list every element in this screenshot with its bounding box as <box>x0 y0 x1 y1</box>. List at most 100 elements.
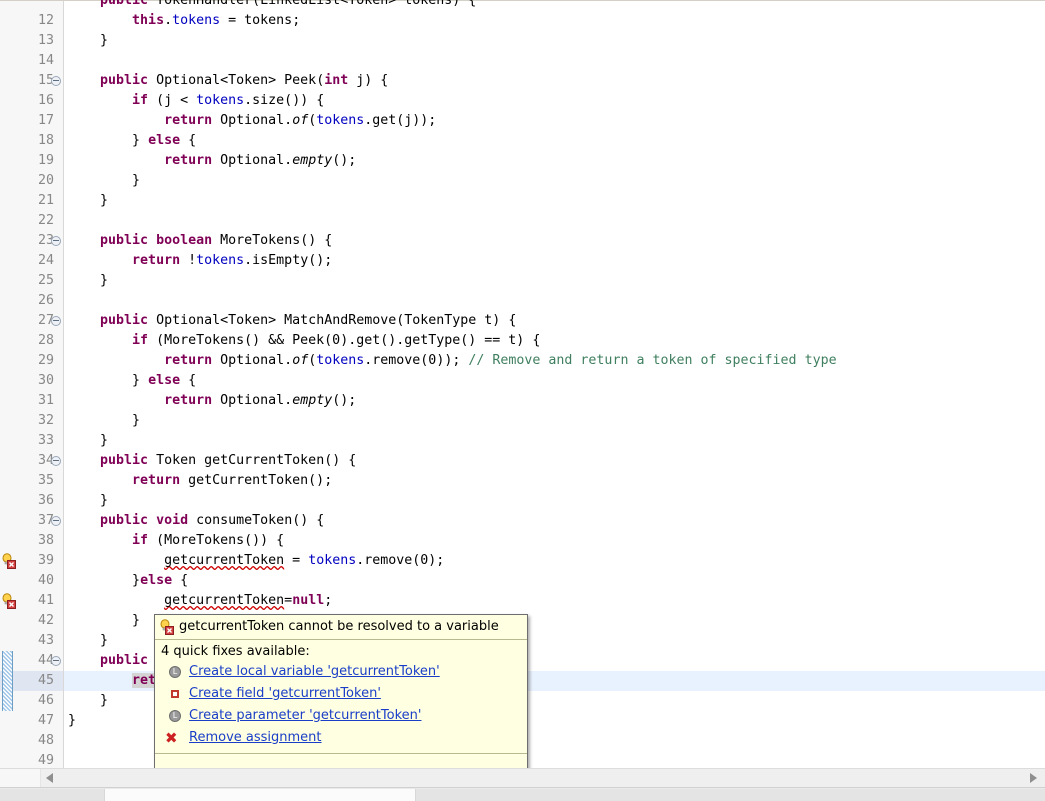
code-line[interactable]: } <box>66 31 108 51</box>
quick-fix-item[interactable]: ✖ Remove assignment <box>155 727 527 749</box>
code-line[interactable]: public T <box>66 651 164 671</box>
code-line[interactable]: } <box>66 191 108 211</box>
line-number: 20 <box>37 173 54 188</box>
field-icon <box>169 688 182 701</box>
quick-fix-available-count: 4 quick fixes available: <box>161 644 310 659</box>
quick-fix-item[interactable]: L Create parameter 'getcurrentToken' <box>155 705 527 727</box>
line-number: 24 <box>37 253 54 268</box>
line-number: 44 <box>37 653 54 668</box>
code-line[interactable]: } <box>66 271 108 291</box>
quick-fix-link[interactable]: Create local variable 'getcurrentToken' <box>189 664 440 679</box>
code-line[interactable]: } else { <box>66 131 196 151</box>
lightbulb-error-icon <box>159 619 175 635</box>
line-number: 19 <box>37 153 54 168</box>
line-number: 16 <box>37 93 54 108</box>
fold-collapse-icon[interactable] <box>51 76 61 86</box>
code-line[interactable]: return Optional.empty(); <box>66 391 356 411</box>
bottom-panel-right <box>416 789 1045 801</box>
horizontal-scrollbar[interactable] <box>0 768 1045 787</box>
fold-collapse-icon[interactable] <box>51 456 61 466</box>
fold-collapse-icon[interactable] <box>51 236 61 246</box>
code-line[interactable]: public Token getCurrentToken() { <box>66 451 356 471</box>
bottom-panel-active-tab[interactable] <box>104 789 416 801</box>
line-number: 28 <box>37 333 54 348</box>
code-line[interactable]: if (MoreTokens()) { <box>66 531 284 551</box>
code-line[interactable]: } <box>66 431 108 451</box>
code-line[interactable]: } <box>66 631 108 651</box>
line-number: 33 <box>37 433 54 448</box>
line-number: 15 <box>37 73 54 88</box>
code-line[interactable]: this.tokens = tokens; <box>66 11 300 31</box>
fold-collapse-icon[interactable] <box>51 656 61 666</box>
quick-fix-item[interactable]: Create field 'getcurrentToken' <box>155 683 527 705</box>
line-number: 46 <box>37 693 54 708</box>
line-number: 42 <box>37 613 54 628</box>
line-number: 30 <box>37 373 54 388</box>
code-line[interactable]: public boolean MoreTokens() { <box>66 231 332 251</box>
line-number: 38 <box>37 533 54 548</box>
quick-fix-popup[interactable]: getcurrentToken cannot be resolved to a … <box>154 614 528 781</box>
line-number: 29 <box>37 353 54 368</box>
remove-icon: ✖ <box>165 729 178 747</box>
code-line[interactable] <box>66 731 68 751</box>
change-bar <box>2 651 13 671</box>
quick-fix-header: getcurrentToken cannot be resolved to a … <box>155 615 527 640</box>
line-number: 32 <box>37 413 54 428</box>
scroll-right-arrow[interactable] <box>1030 773 1037 783</box>
fold-collapse-icon[interactable] <box>51 316 61 326</box>
line-number: 45 <box>37 673 54 688</box>
line-number: 23 <box>37 233 54 248</box>
code-line[interactable]: if (MoreTokens() && Peek(0).get().getTyp… <box>66 331 540 351</box>
code-line[interactable] <box>66 291 68 311</box>
code-line[interactable]: retu <box>66 671 165 691</box>
line-number: 27 <box>37 313 54 328</box>
line-number: 31 <box>37 393 54 408</box>
quick-fix-link[interactable]: Create field 'getcurrentToken' <box>189 686 381 701</box>
line-number: 41 <box>37 593 54 608</box>
code-line[interactable]: return !tokens.isEmpty(); <box>66 251 332 271</box>
fold-collapse-icon[interactable] <box>51 516 61 526</box>
parameter-icon: L <box>169 710 182 723</box>
code-line[interactable]: } else { <box>66 371 196 391</box>
line-number: 13 <box>37 33 54 48</box>
code-line[interactable]: }else { <box>66 571 188 591</box>
scroll-left-arrow[interactable] <box>46 773 53 783</box>
code-line[interactable]: public Optional<Token> MatchAndRemove(To… <box>66 311 516 331</box>
code-line[interactable]: if (j < tokens.size()) { <box>66 91 324 111</box>
code-line[interactable]: } <box>66 711 76 731</box>
bottom-panel-strip[interactable] <box>0 787 1045 801</box>
code-line[interactable]: public Optional<Token> Peek(int j) { <box>66 71 388 91</box>
error-quickfix-marker-icon[interactable] <box>1 593 17 609</box>
code-line[interactable]: } <box>66 611 140 631</box>
error-quickfix-marker-icon[interactable] <box>1 553 17 569</box>
line-number: 36 <box>37 493 54 508</box>
code-line[interactable]: getcurrentToken = tokens.remove(0); <box>66 551 444 571</box>
line-number: 47 <box>37 713 54 728</box>
code-line[interactable]: return Optional.of(tokens.get(j)); <box>66 111 436 131</box>
line-number: 14 <box>37 53 54 68</box>
code-line[interactable]: } <box>66 691 108 711</box>
code-line[interactable]: } <box>66 411 140 431</box>
code-line[interactable]: return Optional.of(tokens.remove(0)); //… <box>66 351 837 371</box>
code-line-partial: public TokenHandler(LinkedList<Token> to… <box>68 0 477 8</box>
code-line[interactable]: return Optional.empty(); <box>66 151 356 171</box>
quick-fix-item[interactable]: L Create local variable 'getcurrentToken' <box>155 661 527 683</box>
bottom-panel-left <box>0 789 104 801</box>
code-line[interactable]: getcurrentToken=null; <box>66 591 332 611</box>
code-line[interactable] <box>66 211 68 231</box>
code-line[interactable]: public void consumeToken() { <box>66 511 324 531</box>
code-line[interactable]: return getCurrentToken(); <box>66 471 332 491</box>
line-number: 22 <box>37 213 54 228</box>
quick-fix-title: getcurrentToken cannot be resolved to a … <box>179 619 499 634</box>
local-variable-icon: L <box>169 666 182 679</box>
code-line[interactable]: } <box>66 491 108 511</box>
quick-fix-list: L Create local variable 'getcurrentToken'… <box>155 661 527 749</box>
line-number: 40 <box>37 573 54 588</box>
quick-fix-link[interactable]: Remove assignment <box>189 730 322 745</box>
code-line[interactable] <box>66 51 68 71</box>
quick-fix-link[interactable]: Create parameter 'getcurrentToken' <box>189 708 421 723</box>
change-bar <box>2 691 13 711</box>
code-line[interactable]: } <box>66 171 140 191</box>
line-number: 25 <box>37 273 54 288</box>
line-number: 39 <box>37 553 54 568</box>
